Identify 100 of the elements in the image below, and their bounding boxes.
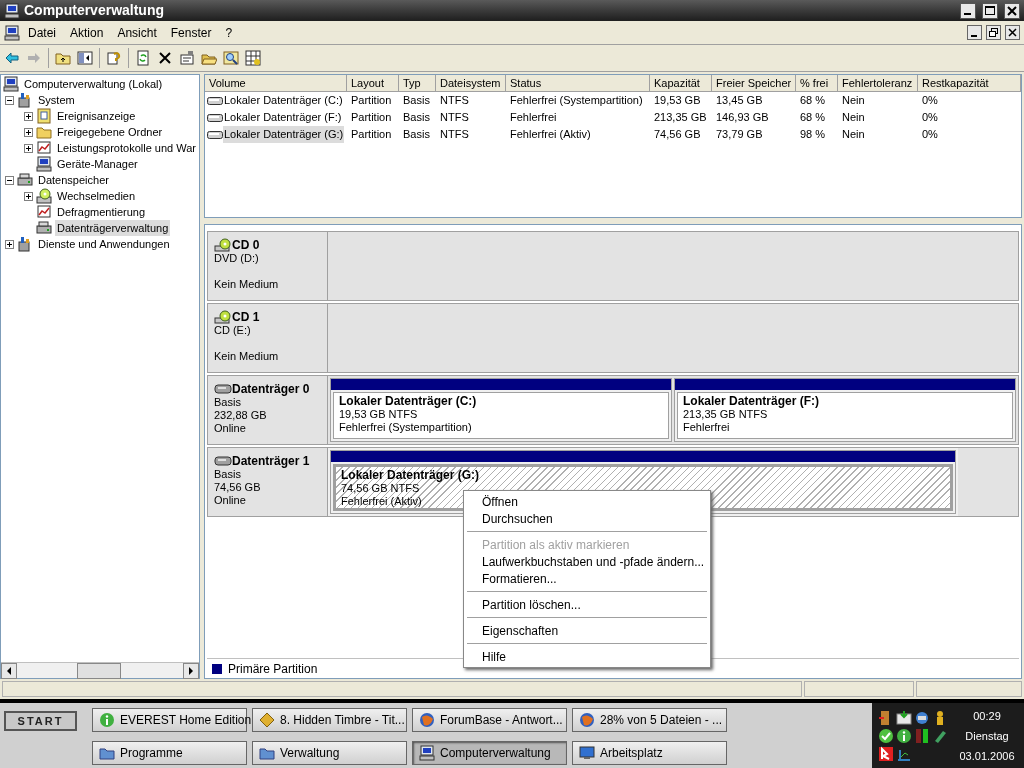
tree-item[interactable]: Datenträgerverwaltung (55, 219, 171, 237)
menu-item[interactable]: ? (219, 23, 239, 42)
menu-item[interactable]: Fenster (164, 23, 218, 42)
taskbar-button[interactable]: Programme (92, 741, 247, 765)
table-cell-text: 73,79 GB (715, 127, 764, 143)
tree-item[interactable]: System (36, 91, 77, 109)
tree-item[interactable]: Defragmentierung (55, 203, 148, 221)
column-header[interactable]: Fehlertoleranz (838, 75, 918, 92)
globe-icon (579, 712, 595, 728)
globe-icon (419, 712, 435, 728)
column-header[interactable]: Kapazität (650, 75, 712, 92)
refresh-icon[interactable] (135, 50, 151, 66)
collapse-icon[interactable] (5, 175, 14, 185)
table-cell-text: Basis (402, 127, 431, 143)
disk-label[interactable]: Datenträger 0 Basis 232,88 GB Online (207, 375, 328, 445)
column-header[interactable]: Restkapazität (918, 75, 1021, 92)
help-icon[interactable] (106, 50, 122, 66)
expand-icon[interactable] (5, 239, 14, 249)
drive-icon (207, 129, 223, 140)
taskbar-button[interactable]: ForumBase - Antwort... (412, 708, 567, 732)
shield-icon[interactable] (878, 745, 894, 762)
scroll-thumb[interactable] (77, 663, 121, 679)
menu-item[interactable]: Partition löschen... (464, 596, 710, 613)
menu-item[interactable]: Hilfe (464, 648, 710, 665)
computer-icon (3, 76, 19, 92)
column-header[interactable]: Status (506, 75, 650, 92)
disk-label[interactable]: CD 1 CD (E:) Kein Medium (207, 303, 328, 373)
tree-item[interactable]: Wechselmedien (55, 187, 138, 205)
expand-icon[interactable] (24, 143, 33, 153)
column-header[interactable]: Typ (399, 75, 436, 92)
column-header[interactable]: Volume (205, 75, 347, 92)
tree-item[interactable]: Dienste und Anwendungen (36, 235, 172, 253)
column-header[interactable]: Layout (347, 75, 399, 92)
close-button[interactable] (1004, 2, 1020, 19)
table-cell-text: Partition (350, 110, 393, 126)
tree-item[interactable]: Computerverwaltung (Lokal) (22, 75, 165, 93)
volume-name[interactable]: Lokaler Datenträger (C:) (223, 92, 344, 109)
column-header[interactable]: Dateisystem (436, 75, 506, 92)
scrollbar[interactable] (1, 662, 199, 678)
expand-icon[interactable] (24, 127, 33, 137)
table-cell-text: NTFS (439, 127, 470, 143)
menu-item[interactable]: Datei (22, 23, 62, 42)
pane-toggle-icon[interactable] (77, 50, 93, 66)
partition[interactable]: Lokaler Datenträger (F:) 213,35 GB NTFS Fehlerfrei (674, 378, 1016, 442)
menu-item[interactable]: Aktion (64, 23, 110, 42)
start-button[interactable]: START (4, 711, 77, 731)
disk-label[interactable]: Datenträger 1 Basis 74,56 GB Online (207, 447, 328, 517)
taskbar-button[interactable]: 28% von 5 Dateien - ... (572, 708, 727, 732)
maximize-button[interactable] (982, 2, 998, 19)
partition[interactable]: Lokaler Datenträger (C:) 19,53 GB NTFS Fehlerfrei (Systempartition) (330, 378, 672, 442)
table-cell-text: Nein (841, 127, 866, 143)
table-cell-text: Nein (841, 93, 866, 109)
restore-button[interactable] (986, 25, 1001, 40)
table-cell-text: 0% (921, 127, 939, 143)
menu-item[interactable]: Eigenschaften (464, 622, 710, 639)
minimize-button[interactable] (960, 2, 976, 19)
grid-icon[interactable] (245, 50, 261, 66)
taskbar-button[interactable]: 8. Hidden Timbre - Tit... (252, 708, 407, 732)
close-button[interactable] (1005, 25, 1020, 40)
expand-icon[interactable] (24, 111, 33, 121)
log-icon (36, 108, 52, 124)
tree-item[interactable]: Freigegebene Ordner (55, 123, 165, 141)
partition-size: 74,56 GB NTFS (341, 482, 420, 495)
menu-item[interactable]: Formatieren... (464, 570, 710, 587)
column-header[interactable]: Freier Speicher (712, 75, 796, 92)
volume-name[interactable]: Lokaler Datenträger (G:) (223, 126, 345, 143)
meter-icon[interactable] (914, 727, 930, 744)
tree-item[interactable]: Ereignisanzeige (55, 107, 138, 125)
menu-item[interactable]: Ansicht (111, 23, 163, 42)
check-icon[interactable] (878, 727, 894, 744)
table-cell-text: 68 % (799, 110, 827, 126)
network-icon[interactable] (914, 709, 930, 726)
back-icon[interactable] (4, 50, 20, 66)
tree-item[interactable]: Leistungsprotokolle und War (55, 139, 198, 157)
minimize-button[interactable] (967, 25, 982, 40)
expand-icon[interactable] (24, 191, 33, 201)
disk-info: Kein Medium (214, 278, 280, 291)
scroll-right-icon[interactable] (183, 663, 199, 679)
menu-item[interactable]: Öffnen (464, 493, 710, 510)
info-icon[interactable] (896, 727, 912, 744)
computer-icon (36, 156, 52, 172)
properties-icon[interactable] (179, 50, 195, 66)
taskbar-button[interactable]: Verwaltung (252, 741, 407, 765)
volume-name[interactable]: Lokaler Datenträger (F:) (223, 109, 343, 126)
scroll-left-icon[interactable] (1, 663, 17, 679)
partition-name: Lokaler Datenträger (G:) (341, 469, 480, 482)
tree-item[interactable]: Datenspeicher (36, 171, 111, 189)
search-icon[interactable] (223, 50, 239, 66)
delete-icon[interactable] (157, 50, 173, 66)
disk-label[interactable]: CD 0 DVD (D:) Kein Medium (207, 231, 328, 301)
tree-item[interactable]: Geräte-Manager (55, 155, 140, 173)
column-header[interactable]: % frei (796, 75, 838, 92)
menu-item[interactable]: Laufwerkbuchstaben und -pfade ändern... (464, 553, 710, 570)
taskbar-button[interactable]: Arbeitsplatz (572, 741, 727, 765)
up-folder-icon[interactable] (55, 50, 71, 66)
drive-icon (207, 112, 223, 123)
taskbar-button[interactable]: Computerverwaltung (412, 741, 567, 765)
mail-icon[interactable] (896, 709, 912, 726)
collapse-icon[interactable] (5, 95, 14, 105)
table-cell-text: 19,53 GB (653, 93, 702, 109)
